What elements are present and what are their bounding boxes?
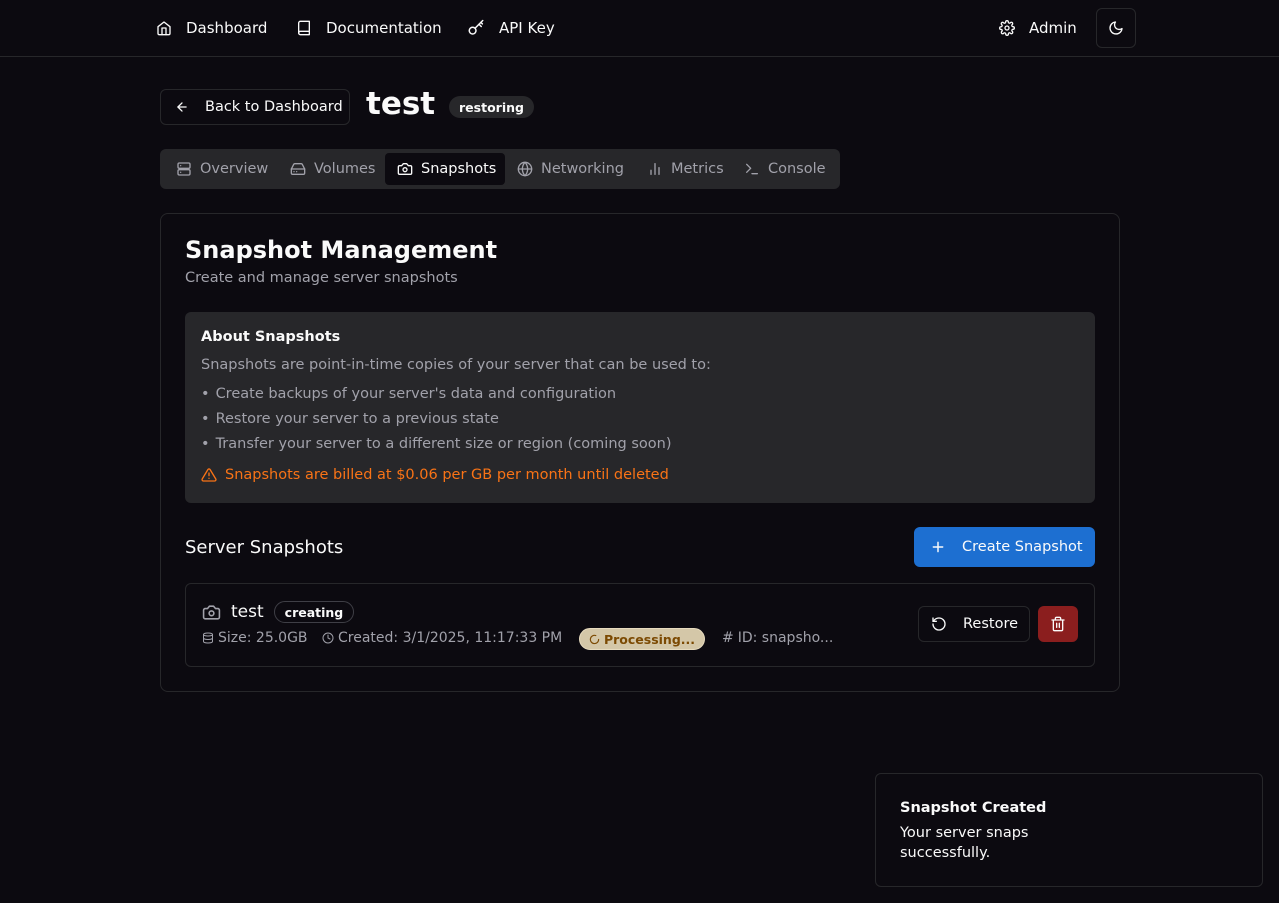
tab-networking[interactable]: Networking <box>505 153 635 185</box>
create-snapshot-button[interactable]: Create Snapshot <box>914 527 1095 567</box>
toast-notification[interactable]: Snapshot Created Your server snaps succe… <box>875 773 1263 887</box>
tab-overview-label: Overview <box>200 161 269 177</box>
book-icon <box>296 20 312 36</box>
arrow-left-icon <box>175 100 189 114</box>
processing-text: Processing... <box>603 631 696 647</box>
about-intro: Snapshots are point-in-time copies of yo… <box>201 357 711 373</box>
snapshot-name-group: test creating <box>202 601 355 623</box>
about-item-text: Create backups of your server's data and… <box>215 386 617 402</box>
snapshot-size: Size: 25.0GB <box>202 630 308 646</box>
bullet-icon: • <box>201 411 210 427</box>
about-snapshots-panel: About Snapshots Snapshots are point-in-t… <box>185 312 1095 503</box>
terminal-icon <box>744 161 760 177</box>
nav-api-key[interactable]: API Key <box>467 8 555 48</box>
snapshot-management-card: Snapshot Management Create and manage se… <box>160 213 1120 692</box>
tab-snapshots[interactable]: Snapshots <box>385 153 505 185</box>
nav-dashboard[interactable]: Dashboard <box>156 8 267 48</box>
camera-icon <box>397 161 413 177</box>
snapshot-status-badge: creating <box>273 601 355 623</box>
theme-toggle-button[interactable] <box>1096 8 1136 48</box>
restore-label: Restore <box>963 616 1019 632</box>
back-to-dashboard-button[interactable]: Back to Dashboard <box>160 89 350 125</box>
warning-icon <box>201 467 217 483</box>
tab-metrics-label: Metrics <box>671 161 724 177</box>
about-title: About Snapshots <box>201 329 341 345</box>
tab-overview[interactable]: Overview <box>164 153 278 185</box>
server-tabs: Overview Volumes Snapshots Networking Me… <box>160 149 840 189</box>
tab-networking-label: Networking <box>541 161 624 177</box>
snapshot-size-text: Size: 25.0GB <box>218 630 308 646</box>
nav-dashboard-label: Dashboard <box>186 19 268 37</box>
back-button-label: Back to Dashboard <box>205 99 343 115</box>
home-icon <box>156 20 172 36</box>
tab-console[interactable]: Console <box>732 153 836 185</box>
nav-admin[interactable]: Admin <box>999 8 1077 48</box>
delete-snapshot-button[interactable] <box>1038 606 1078 642</box>
gear-icon <box>999 20 1015 36</box>
plus-icon <box>930 539 946 555</box>
bar-chart-icon <box>647 161 663 177</box>
nav-admin-label: Admin <box>1029 19 1077 37</box>
billing-warning-text: Snapshots are billed at $0.06 per GB per… <box>225 467 669 483</box>
snapshot-row: test creating Size: 25.0GB Created: 3/1/… <box>185 583 1095 667</box>
bullet-icon: • <box>201 436 210 452</box>
about-list-item: • Create backups of your server's data a… <box>201 386 616 402</box>
server-status-badge: restoring <box>449 96 534 118</box>
about-list-item: • Restore your server to a previous stat… <box>201 411 499 427</box>
server-title: test <box>366 86 436 122</box>
nav-documentation-label: Documentation <box>326 19 442 37</box>
processing-badge: Processing... <box>579 628 705 650</box>
server-snapshots-heading: Server Snapshots <box>185 537 344 558</box>
about-item-text: Transfer your server to a different size… <box>215 436 672 452</box>
billing-warning: Snapshots are billed at $0.06 per GB per… <box>201 467 669 483</box>
snapshot-created: Created: 3/1/2025, 11:17:33 PM <box>322 630 562 646</box>
restore-button[interactable]: Restore <box>918 606 1030 642</box>
about-list-item: • Transfer your server to a different si… <box>201 436 671 452</box>
card-subtitle: Create and manage server snapshots <box>185 270 458 286</box>
moon-icon <box>1108 20 1124 36</box>
nav-documentation[interactable]: Documentation <box>296 8 442 48</box>
snapshot-name: test <box>231 602 264 622</box>
key-icon <box>467 19 485 37</box>
trash-icon <box>1050 616 1066 632</box>
server-icon <box>176 161 192 177</box>
clock-icon <box>322 632 334 644</box>
database-icon <box>202 632 214 644</box>
hard-drive-icon <box>290 161 306 177</box>
spinner-icon <box>589 634 600 645</box>
tab-snapshots-label: Snapshots <box>421 161 497 177</box>
toast-title: Snapshot Created <box>900 800 1047 816</box>
tab-volumes[interactable]: Volumes <box>278 153 385 185</box>
tab-metrics[interactable]: Metrics <box>635 153 732 185</box>
snapshot-id: # ID: snapsho... <box>722 630 833 646</box>
tab-console-label: Console <box>768 161 826 177</box>
about-item-text: Restore your server to a previous state <box>215 411 499 427</box>
tab-volumes-label: Volumes <box>314 161 376 177</box>
snapshot-created-text: Created: 3/1/2025, 11:17:33 PM <box>338 630 563 646</box>
top-navbar: Dashboard Documentation API Key Admin <box>0 0 1279 57</box>
toast-description: Your server snaps successfully. <box>900 825 1029 861</box>
hash-icon: # <box>722 630 734 646</box>
bullet-icon: • <box>201 386 210 402</box>
create-snapshot-label: Create Snapshot <box>962 539 1083 555</box>
nav-api-key-label: API Key <box>499 19 555 37</box>
globe-icon <box>517 161 533 177</box>
rotate-ccw-icon <box>931 616 947 632</box>
camera-icon <box>202 603 221 622</box>
card-title: Snapshot Management <box>185 236 498 264</box>
snapshot-id-text: ID: snapsho... <box>737 630 834 646</box>
